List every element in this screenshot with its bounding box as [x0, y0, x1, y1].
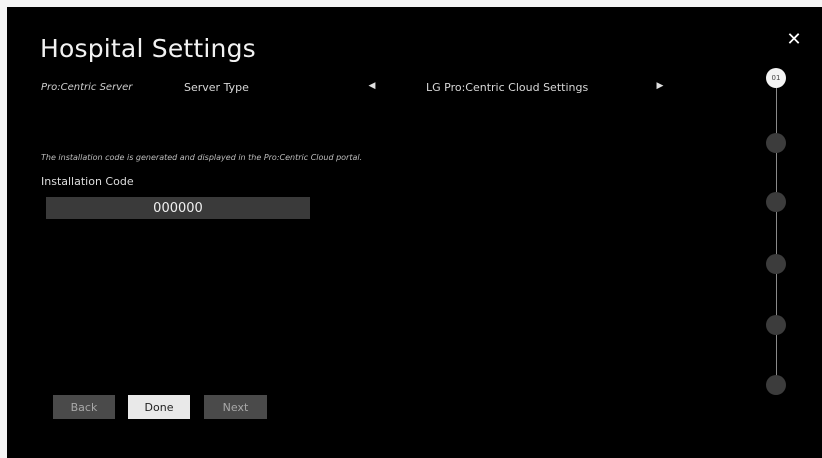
step-indicator-active: 01 [766, 68, 786, 88]
server-type-value: LG Pro:Centric Cloud Settings [426, 81, 589, 94]
next-button[interactable]: Next [204, 395, 267, 419]
stepper-line [776, 83, 777, 385]
installation-code-input[interactable] [46, 197, 310, 219]
step-indicator [766, 254, 786, 274]
installation-code-hint: The installation code is generated and d… [41, 153, 363, 162]
hospital-settings-screen: Hospital Settings ✕ Pro:Centric Server S… [7, 7, 822, 458]
installation-code-label: Installation Code [41, 175, 134, 188]
step-indicator [766, 375, 786, 395]
page-title: Hospital Settings [40, 34, 256, 63]
back-button[interactable]: Back [53, 395, 115, 419]
server-type-label: Server Type [184, 81, 249, 94]
done-button[interactable]: Done [128, 395, 190, 419]
triangle-left-icon[interactable]: ◀ [365, 79, 379, 93]
step-indicator [766, 315, 786, 335]
step-indicator [766, 133, 786, 153]
step-indicator [766, 192, 786, 212]
triangle-right-icon[interactable]: ▶ [653, 79, 667, 93]
close-icon[interactable]: ✕ [782, 28, 806, 52]
server-section-label: Pro:Centric Server [41, 82, 133, 93]
